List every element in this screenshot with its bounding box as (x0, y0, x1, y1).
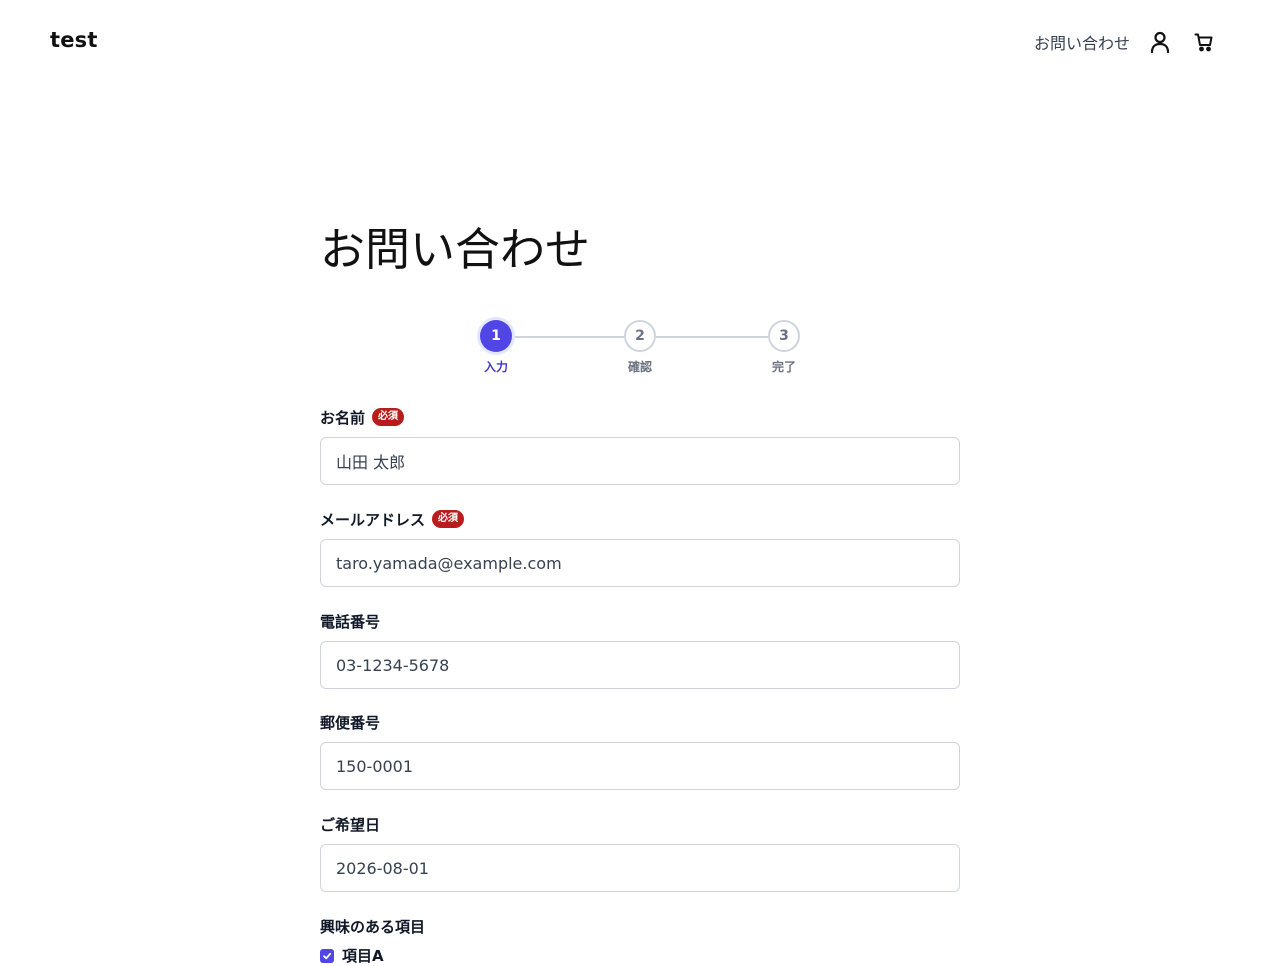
phone-label-text: 電話番号 (320, 612, 381, 631)
step-label: 確認 (627, 360, 652, 374)
form-stepper: 1 入力 2 確認 3 完了 (480, 320, 800, 380)
interest-option-label: 項目A (342, 947, 384, 965)
interests-label-text: 興味のある項目 (320, 917, 426, 936)
step-number: 3 (768, 320, 800, 352)
contact-form-section: お問い合わせ 1 入力 2 確認 3 完了 お名前 必須 山田 太郎 メールアド… (320, 220, 960, 965)
date-field-group: ご希望日 2026-08-01 (320, 813, 960, 892)
step-number: 1 (480, 320, 512, 352)
cart-icon[interactable] (1190, 28, 1218, 56)
email-input[interactable]: taro.yamada@example.com (320, 539, 960, 587)
date-input-value: 2026-08-01 (336, 858, 429, 878)
user-icon[interactable] (1146, 28, 1174, 56)
interests-field-group: 興味のある項目 項目A (320, 915, 960, 966)
step-label: 完了 (771, 360, 796, 374)
name-input[interactable]: 山田 太郎 (320, 437, 960, 485)
email-label: メールアドレス 必須 (320, 508, 960, 530)
site-header: test お問い合わせ (0, 0, 1280, 84)
interest-option-a[interactable]: 項目A (320, 945, 960, 966)
date-input[interactable]: 2026-08-01 (320, 844, 960, 892)
email-label-text: メールアドレス (320, 510, 426, 529)
step-number: 2 (624, 320, 656, 352)
postal-input-value: 150-0001 (336, 756, 414, 776)
nav-contact-link[interactable]: お問い合わせ (1034, 30, 1130, 54)
site-logo[interactable]: test (50, 28, 98, 52)
postal-label: 郵便番号 (320, 711, 960, 733)
phone-input[interactable]: 03-1234-5678 (320, 641, 960, 689)
postal-input[interactable]: 150-0001 (320, 742, 960, 790)
postal-label-text: 郵便番号 (320, 713, 381, 732)
step-confirm: 2 確認 (610, 320, 670, 375)
phone-label: 電話番号 (320, 610, 960, 632)
required-badge: 必須 (372, 408, 405, 426)
email-field-group: メールアドレス 必須 taro.yamada@example.com (320, 508, 960, 587)
step-input: 1 入力 (466, 320, 526, 375)
name-field-group: お名前 必須 山田 太郎 (320, 406, 960, 485)
date-label: ご希望日 (320, 813, 960, 835)
step-label: 入力 (483, 360, 508, 374)
name-input-value: 山田 太郎 (336, 453, 406, 472)
phone-field-group: 電話番号 03-1234-5678 (320, 610, 960, 689)
email-input-value: taro.yamada@example.com (336, 553, 562, 573)
postal-field-group: 郵便番号 150-0001 (320, 711, 960, 790)
step-complete: 3 完了 (754, 320, 814, 375)
name-label-text: お名前 (320, 408, 366, 427)
required-badge: 必須 (432, 510, 465, 528)
interests-label: 興味のある項目 (320, 915, 960, 937)
checkbox-checked-icon[interactable] (320, 948, 334, 963)
date-label-text: ご希望日 (320, 815, 381, 834)
phone-input-value: 03-1234-5678 (336, 655, 450, 675)
name-label: お名前 必須 (320, 406, 960, 428)
header-nav: お問い合わせ (1034, 28, 1218, 56)
page-title: お問い合わせ (320, 223, 591, 276)
